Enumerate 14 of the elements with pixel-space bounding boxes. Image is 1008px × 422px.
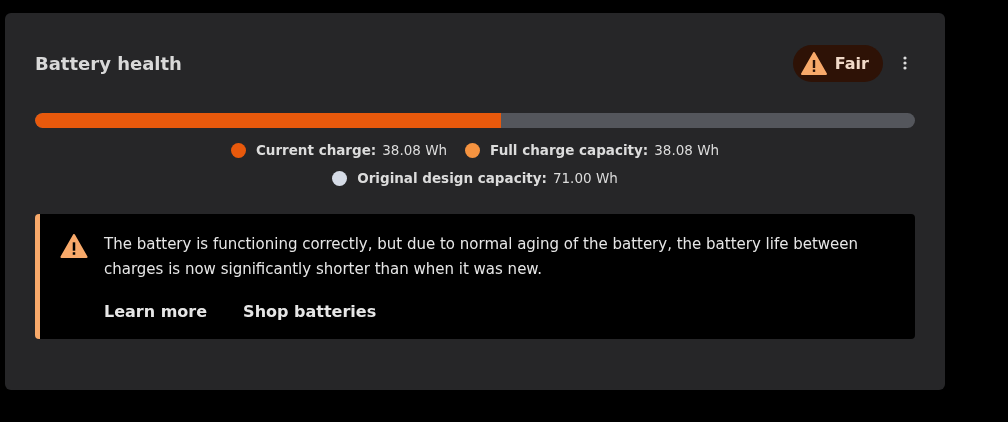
legend-value: 71.00 Wh [552,170,618,186]
message-text: The battery is functioning correctly, but due to normal aging of the battery, the battery life between charges is now significantly shorter than when it was new. [104,234,860,280]
message-link[interactable]: Learn more [104,302,208,321]
more-icon [903,56,907,70]
legend-label: Current charge: [255,142,377,158]
card-title: Battery health [35,52,182,74]
legend-value: 38.08 Wh [382,142,448,158]
warning-icon [60,234,88,258]
legend-label: Full charge capacity: [490,142,649,158]
status-label: Fair [834,53,869,73]
legend-value: 38.08 Wh [654,142,720,158]
message-link[interactable]: Shop batteries [243,302,377,321]
legend-label: Original design capacity: [357,170,547,186]
warning-icon [800,51,827,75]
